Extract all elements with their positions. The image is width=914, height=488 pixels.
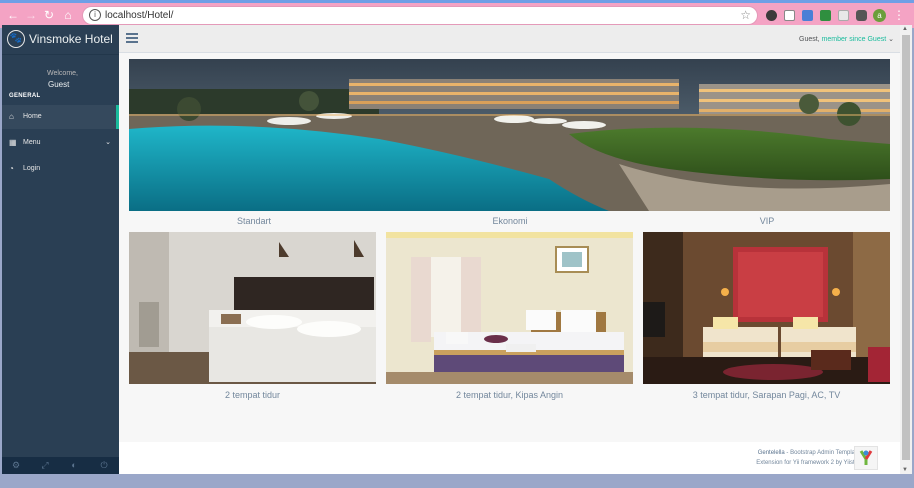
extension-icon[interactable] — [784, 10, 795, 21]
translate-icon[interactable] — [802, 10, 813, 21]
sidebar-item-label: Menu — [23, 139, 41, 146]
brand[interactable]: 🐾 Vinsmoke Hotel — [2, 25, 119, 55]
scroll-thumb[interactable] — [902, 35, 910, 460]
grid-icon: ▦ — [9, 138, 17, 147]
browser-toolbar: ← → ↻ ⌂ i localhost/Hotel/ ☆ a ⋮ — [0, 0, 914, 28]
lock-icon[interactable]: ◐ — [64, 460, 84, 470]
forward-icon[interactable]: → — [24, 8, 38, 22]
footer-line-1: Gentelella - Bootstrap Admin Template — [758, 450, 860, 456]
main-content: Standart Ekonomi VIP 2 tempat tidur 2 te… — [119, 54, 900, 474]
sidebar-item-menu[interactable]: ▦ Menu ⌄ — [2, 131, 119, 155]
dashboard-icon: ◔ — [9, 164, 14, 173]
hero-image — [129, 59, 890, 211]
chevron-down-icon: ⌄ — [105, 139, 111, 146]
sidebar-item-label: Home — [23, 113, 42, 120]
sidebar: 🐾 Vinsmoke Hotel Welcome, Guest GENERAL … — [2, 25, 119, 474]
room-caption: 3 tempat tidur, Sarapan Pagi, AC, TV — [692, 390, 841, 400]
home-browser-icon[interactable]: ⌂ — [61, 8, 75, 22]
paw-icon: 🐾 — [7, 30, 25, 48]
top-nav: Guest, member since Guest ⌄ — [119, 25, 900, 53]
category-label: VIP — [759, 216, 775, 226]
scroll-down-icon[interactable]: ▼ — [902, 467, 908, 473]
member-label: member since Guest — [821, 36, 887, 43]
info-icon[interactable]: i — [89, 9, 101, 21]
yii-logo[interactable] — [854, 446, 878, 470]
settings-icon[interactable]: ⚙ — [6, 460, 26, 471]
section-title: GENERAL — [9, 93, 41, 99]
welcome-text: Welcome, — [47, 70, 78, 77]
user-name: Guest — [48, 80, 70, 89]
room-image-vip — [643, 232, 890, 384]
menu-toggle-icon[interactable] — [126, 33, 138, 45]
extension-icon[interactable] — [766, 10, 777, 21]
power-icon[interactable]: ⏻ — [94, 460, 114, 471]
user-dropdown[interactable]: Guest, member since Guest ⌄ — [799, 35, 894, 43]
page-scrollbar[interactable]: ▲ ▼ — [900, 25, 912, 474]
sidebar-footer: ⚙ ⤢ ◐ ⏻ — [2, 457, 119, 474]
room-image-ekonomi — [386, 232, 633, 384]
footer-text: - Bootstrap Admin Template — [784, 450, 860, 456]
extension-icon[interactable] — [820, 10, 831, 21]
back-icon[interactable]: ← — [6, 8, 20, 22]
brand-title: Vinsmoke Hotel — [29, 32, 113, 46]
room-caption: 2 tempat tidur, Kipas Angin — [455, 390, 564, 400]
address-bar[interactable]: i localhost/Hotel/ ☆ — [82, 6, 758, 25]
taskbar — [0, 474, 914, 488]
category-label: Standart — [236, 216, 272, 226]
reload-icon[interactable]: ↻ — [42, 8, 56, 22]
home-icon: ⌂ — [9, 112, 14, 121]
footer-brand-link[interactable]: Gentelella — [758, 450, 785, 456]
bookmark-star-icon[interactable]: ☆ — [740, 8, 751, 22]
category-label: Ekonomi — [492, 216, 528, 226]
url-text: localhost/Hotel/ — [105, 10, 174, 21]
page: 🐾 Vinsmoke Hotel Welcome, Guest GENERAL … — [2, 25, 912, 474]
profile-avatar[interactable]: a — [873, 9, 886, 22]
room-caption: 2 tempat tidur — [224, 390, 281, 400]
browser-menu-icon[interactable]: ⋮ — [893, 8, 905, 22]
sidebar-item-home[interactable]: ⌂ Home — [2, 105, 119, 129]
scroll-up-icon[interactable]: ▲ — [902, 26, 908, 32]
sidebar-item-login[interactable]: ◔ Login — [2, 157, 119, 181]
user-label: Guest, — [799, 36, 820, 43]
sidebar-item-label: Login — [23, 165, 41, 172]
fullscreen-icon[interactable]: ⤢ — [35, 460, 55, 471]
footer-line-2: Extension for Yii framework 2 by Yiister — [756, 460, 860, 466]
chevron-down-icon: ⌄ — [888, 36, 894, 43]
extension-icon[interactable] — [838, 10, 849, 21]
footer: Gentelella - Bootstrap Admin Template Ex… — [119, 442, 900, 474]
room-image-standart — [129, 232, 376, 384]
puzzle-icon[interactable] — [856, 10, 867, 21]
